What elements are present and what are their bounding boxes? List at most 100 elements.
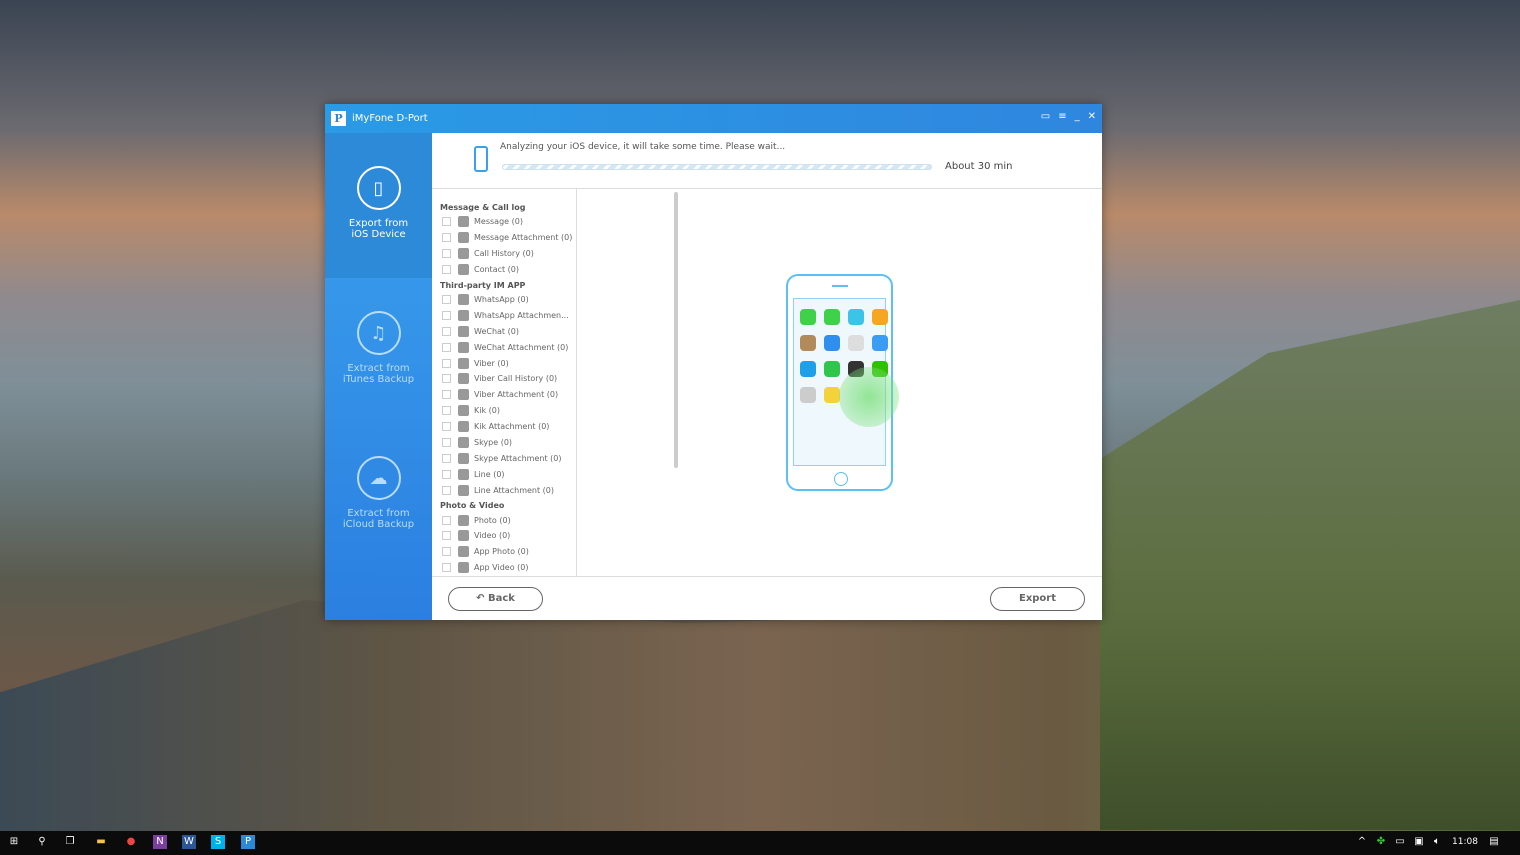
checkbox[interactable] — [442, 515, 451, 525]
item-label: Skype Attachment (0) — [474, 453, 562, 463]
phone-illustration — [786, 274, 899, 491]
tray-chevron-icon[interactable]: ^ — [1355, 835, 1369, 849]
checkbox[interactable] — [442, 358, 451, 368]
dport-taskbar-icon[interactable]: P — [241, 835, 255, 849]
notifications-icon[interactable]: ▤ — [1487, 835, 1501, 849]
onenote-icon[interactable]: N — [153, 835, 167, 849]
checkbox[interactable] — [442, 438, 451, 448]
list-item[interactable]: Line Attachment (0) — [432, 482, 576, 498]
feedback-icon[interactable]: ▭ — [1041, 111, 1050, 122]
file-explorer-icon[interactable]: ▬ — [94, 835, 108, 849]
section-heading: Photo & Video — [440, 501, 505, 511]
list-item[interactable]: Message (0) — [432, 214, 576, 230]
checkbox[interactable] — [442, 310, 451, 320]
list-item[interactable]: Line (0) — [432, 466, 576, 482]
checkbox[interactable] — [442, 453, 451, 463]
list-item[interactable]: App Photo (0) — [432, 544, 576, 560]
list-item[interactable]: Skype (0) — [432, 435, 576, 451]
list-item[interactable]: WeChat Attachment (0) — [432, 339, 576, 355]
list-item[interactable]: Viber Call History (0) — [432, 371, 576, 387]
category-icon — [458, 325, 469, 337]
checkbox[interactable] — [442, 295, 451, 304]
list-item[interactable]: Viber Attachment (0) — [432, 387, 576, 403]
preview-pane — [578, 189, 1102, 576]
checkbox[interactable] — [442, 422, 451, 432]
list-item[interactable]: App Video (0) — [432, 560, 576, 576]
sidebar-item-itunes-backup[interactable]: ♫ Extract from iTunes Backup — [325, 278, 432, 423]
phone-search-icon — [474, 146, 488, 172]
list-item[interactable]: WeChat (0) — [432, 323, 576, 339]
category-list: Message & Call log Message (0) Message Att… — [432, 189, 577, 576]
list-item[interactable]: Viber (0) — [432, 355, 576, 371]
list-item[interactable]: WhatsApp (0) — [432, 292, 576, 308]
item-label: Kik Attachment (0) — [474, 422, 550, 432]
list-item[interactable]: Call History (0) — [432, 246, 576, 262]
home-button-icon — [834, 472, 848, 486]
item-label: App Video (0) — [474, 563, 529, 573]
checkbox[interactable] — [442, 485, 451, 495]
checkbox[interactable] — [442, 342, 451, 352]
item-label: Viber Attachment (0) — [474, 390, 559, 400]
category-icon — [458, 373, 469, 385]
sidebar-item-ios-device[interactable]: ▯ Export from iOS Device — [325, 133, 432, 278]
category-icon — [458, 232, 469, 244]
title-bar: P iMyFone D-Port ▭ ≡ _ ✕ — [325, 104, 1102, 133]
checkbox[interactable] — [442, 265, 451, 275]
checkbox[interactable] — [442, 233, 451, 243]
list-item[interactable]: Contact (0) — [432, 262, 576, 278]
back-button[interactable]: ↶ Back — [448, 587, 543, 611]
checkbox[interactable] — [442, 406, 451, 416]
item-label: Photo (0) — [474, 515, 511, 525]
list-item[interactable]: WhatsApp Attachmen... — [432, 307, 576, 323]
list-item[interactable]: Skype Attachment (0) — [432, 450, 576, 466]
checkbox[interactable] — [442, 563, 451, 573]
chrome-icon[interactable]: ● — [124, 835, 138, 849]
checkbox[interactable] — [442, 547, 451, 557]
skype-icon[interactable]: S — [211, 835, 225, 849]
window-title: iMyFone D-Port — [352, 113, 428, 124]
checkbox[interactable] — [442, 390, 451, 400]
checkbox[interactable] — [442, 469, 451, 479]
item-label: App Photo (0) — [474, 547, 529, 557]
wallpaper-hill — [1100, 300, 1520, 830]
category-icon — [458, 562, 469, 574]
minimize-icon[interactable]: _ — [1075, 111, 1080, 122]
checkbox[interactable] — [442, 531, 451, 541]
start-icon[interactable]: ⊞ — [7, 835, 21, 849]
close-icon[interactable]: ✕ — [1088, 111, 1096, 122]
app-window: P iMyFone D-Port ▭ ≡ _ ✕ ▯ Export from i… — [325, 104, 1102, 620]
clock[interactable]: 11:08 — [1452, 837, 1478, 847]
dropbox-icon[interactable]: ✤ — [1374, 835, 1388, 849]
network-icon[interactable]: ▣ — [1412, 835, 1426, 849]
volume-icon[interactable]: 🔈︎ — [1430, 835, 1444, 849]
status-text: Analyzing your iOS device, it will take … — [500, 142, 786, 152]
sidebar-item-icloud-backup[interactable]: ☁ Extract from iCloud Backup — [325, 423, 432, 568]
task-view-icon[interactable]: ❐ — [63, 835, 77, 849]
section-heading: Message & Call log — [440, 203, 526, 212]
footer: ↶ Back Export — [432, 576, 1102, 620]
category-icon — [458, 484, 469, 496]
list-item[interactable]: Message Attachment (0) — [432, 230, 576, 246]
menu-icon[interactable]: ≡ — [1058, 111, 1066, 122]
cloud-download-icon: ☁ — [356, 456, 401, 500]
word-icon[interactable]: W — [182, 835, 196, 849]
checkbox[interactable] — [442, 249, 451, 259]
list-item[interactable]: Kik Attachment (0) — [432, 419, 576, 435]
progress-bar — [502, 164, 932, 170]
item-label: Message (0) — [474, 217, 523, 227]
progress-header: Analyzing your iOS device, it will take … — [432, 133, 1102, 189]
sidebar-label: iOS Device — [351, 229, 406, 240]
category-icon — [458, 294, 469, 305]
search-icon[interactable]: ⚲ — [35, 835, 49, 849]
checkbox[interactable] — [442, 217, 451, 227]
list-item[interactable]: Kik (0) — [432, 403, 576, 419]
checkbox[interactable] — [442, 374, 451, 384]
list-item[interactable]: Photo (0) — [432, 512, 576, 528]
list-item[interactable]: Video (0) — [432, 528, 576, 544]
battery-icon[interactable]: ▭ — [1393, 835, 1407, 849]
item-label: Video (0) — [474, 531, 511, 541]
checkbox[interactable] — [442, 326, 451, 336]
item-label: Line (0) — [474, 469, 505, 479]
phone-rotate-icon: ▯ — [356, 166, 401, 210]
export-button[interactable]: Export — [990, 587, 1085, 611]
